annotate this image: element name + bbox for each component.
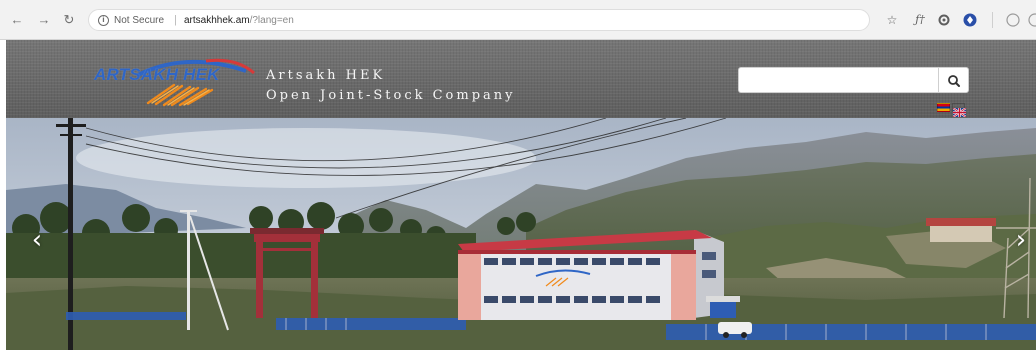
url-text[interactable]: artsakhhek.am/?lang=en: [184, 15, 294, 26]
info-icon[interactable]: i: [98, 15, 109, 26]
company-name-line1: Artsakh HEK: [266, 68, 386, 83]
toolbar-divider: [992, 12, 993, 28]
slider-next-arrow-icon[interactable]: ›: [1012, 227, 1030, 254]
browser-toolbar: ← → ↻ i Not Secure | artsakhhek.am/?lang…: [0, 0, 1036, 40]
url-host: artsakhhek.am: [184, 15, 250, 26]
forward-arrow-icon[interactable]: →: [37, 13, 51, 27]
company-name-line2: Open Joint-Stock Company: [266, 88, 516, 103]
power-station-building: [458, 230, 740, 320]
url-path: /?lang=en: [249, 15, 294, 26]
back-arrow-icon[interactable]: ←: [10, 13, 24, 27]
company-name: Artsakh HEK Open Joint-Stock Company: [266, 66, 516, 106]
search-input[interactable]: [738, 67, 938, 93]
address-bar[interactable]: i Not Secure | artsakhhek.am/?lang=en: [88, 9, 870, 31]
security-label: Not Secure: [114, 15, 165, 26]
site-header: ARTSAKH HEK Artsakh HEK Open Joint-Stock…: [6, 40, 1036, 118]
language-flag-armenian-icon[interactable]: [937, 103, 950, 112]
profile-icon[interactable]: [1005, 12, 1021, 28]
site-logo[interactable]: ARTSAKH HEK: [86, 53, 256, 108]
font-extension-icon[interactable]: ƒ†: [912, 12, 928, 28]
extension-grid-icon[interactable]: [936, 12, 952, 28]
search-icon: [948, 75, 960, 87]
hero-slider: ‹ ›: [6, 118, 1036, 350]
reload-icon[interactable]: ↻: [62, 13, 76, 27]
slider-prev-arrow-icon[interactable]: ‹: [28, 227, 46, 254]
bookmark-star-icon[interactable]: ☆: [884, 12, 900, 28]
logo-text: ARTSAKH HEK: [94, 65, 220, 84]
hero-photo: [6, 118, 1036, 350]
search-button[interactable]: [938, 67, 969, 93]
menu-icon[interactable]: [1027, 12, 1036, 28]
address-separator: |: [174, 14, 177, 26]
language-flag-english-icon[interactable]: [952, 103, 967, 118]
extension-shield-icon[interactable]: [962, 12, 978, 28]
